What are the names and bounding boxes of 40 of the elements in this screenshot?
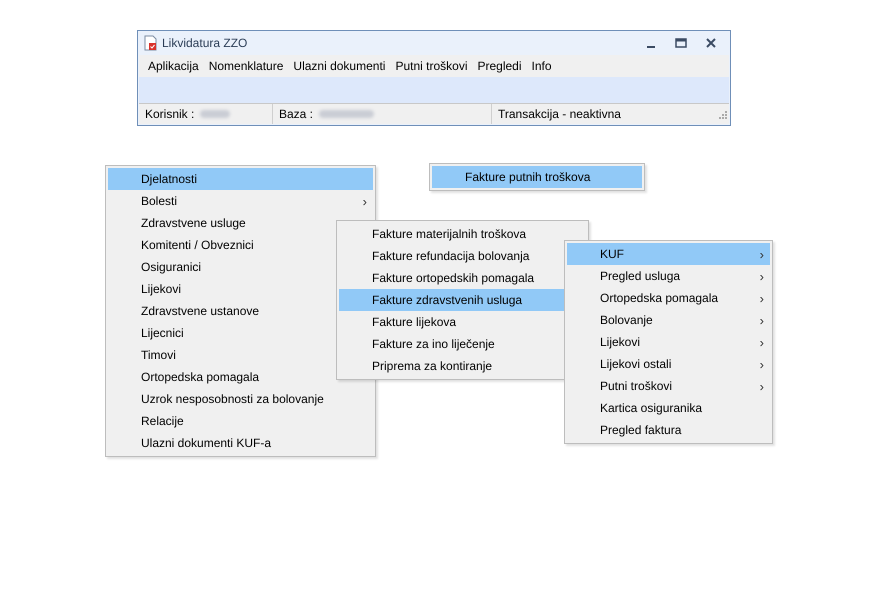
menu-option[interactable]: Kartica osiguranika: [567, 397, 770, 419]
submenu-arrow: ›: [760, 334, 764, 350]
window-title: Likvidatura ZZO: [162, 36, 248, 50]
menu-option[interactable]: Uzrok nesposobnosti za bolovanje: [108, 388, 373, 410]
menu-option[interactable]: Relacije: [108, 410, 373, 432]
menu-option[interactable]: Bolovanje ›: [567, 309, 770, 331]
menu-item[interactable]: Info: [526, 57, 557, 75]
submenu-arrow: ›: [760, 312, 764, 328]
menu-item[interactable]: Ulazni dokumenti: [288, 57, 390, 75]
menu-option[interactable]: Pregled faktura: [567, 419, 770, 441]
menu-option[interactable]: Putni troškovi ›: [567, 375, 770, 397]
resize-grip-icon: [717, 109, 727, 119]
menu-item[interactable]: Aplikacija: [143, 57, 204, 75]
status-text: Baza :: [279, 107, 314, 121]
menu-option[interactable]: Lijekovi ›: [567, 331, 770, 353]
menu-item[interactable]: Pregledi: [472, 57, 527, 75]
menu-item[interactable]: Putni troškovi: [390, 57, 472, 75]
document-icon: [144, 35, 158, 51]
menu-option[interactable]: KUF ›: [567, 243, 770, 265]
menu-option[interactable]: Djelatnosti: [108, 168, 373, 190]
menu-option[interactable]: Lijekovi ostali ›: [567, 353, 770, 375]
menu-item[interactable]: Nomenklature: [204, 57, 288, 75]
submenu-arrow: ›: [760, 246, 764, 262]
maximize-icon: [675, 38, 687, 48]
redacted-value: [200, 110, 230, 118]
menu-option[interactable]: Fakture materijalnih troškova: [339, 223, 586, 245]
submenu-arrow: ›: [760, 356, 764, 372]
status-text: Transakcija - neaktivna: [498, 107, 621, 121]
submenu-arrow: ›: [760, 290, 764, 306]
menu-option[interactable]: Ulazni dokumenti KUF-a: [108, 432, 373, 454]
menu-option[interactable]: Fakture putnih troškova: [432, 166, 642, 188]
submenu-arrow: ›: [760, 268, 764, 284]
minimize-icon: [647, 46, 655, 48]
menu-option[interactable]: Bolesti ›: [108, 190, 373, 212]
submenu-arrow: ›: [760, 378, 764, 394]
menu-option[interactable]: Pregled usluga ›: [567, 265, 770, 287]
close-icon: [706, 38, 716, 48]
redacted-value: [319, 110, 374, 118]
status-text: Korisnik :: [145, 107, 194, 121]
submenu-arrow: ›: [362, 194, 367, 208]
